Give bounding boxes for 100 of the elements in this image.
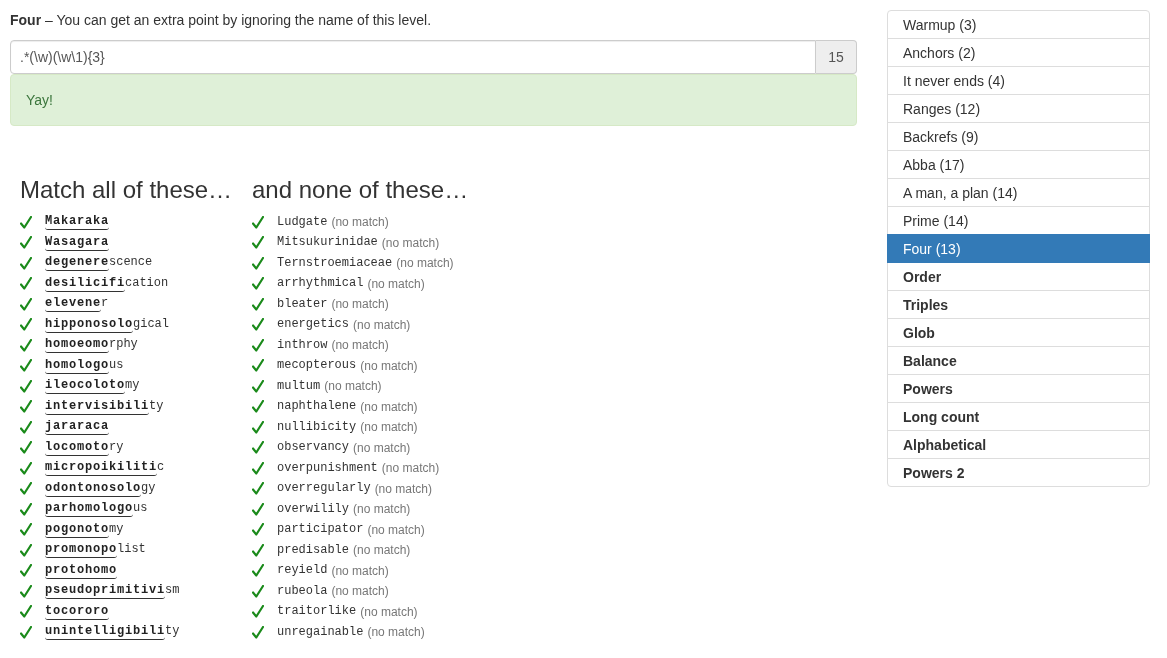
matched-text: homoeomo: [45, 337, 109, 354]
matched-text: elevene: [45, 296, 101, 313]
word-text: c: [157, 460, 165, 476]
no-match-note: (no match): [353, 440, 411, 455]
no-match-note: (no match): [381, 461, 440, 476]
matched-text: desilicifi: [45, 275, 125, 292]
matched-text: tocororo: [45, 603, 109, 620]
no-match-note: (no match): [381, 235, 440, 250]
matched-text: Makaraka: [45, 214, 109, 231]
matched-text: unintelligibili: [45, 624, 166, 641]
word-text: my: [125, 378, 140, 394]
matched-text: pogonoto: [45, 521, 109, 538]
no-match-note: (no match): [367, 276, 425, 291]
word-text: Mitsukurinidae: [277, 235, 378, 251]
word-text: scence: [109, 255, 153, 271]
word-text: ry: [109, 439, 124, 455]
no-match-note: (no match): [360, 358, 418, 373]
level-item[interactable]: Abba (17): [887, 150, 1150, 179]
word-text: overwilily: [277, 501, 349, 517]
matched-text: hipponosolo: [45, 316, 133, 333]
no-match-note: (no match): [353, 502, 411, 517]
level-item[interactable]: Anchors (2): [887, 38, 1150, 67]
level-item[interactable]: A man, a plan (14): [887, 178, 1150, 207]
word-text: Ludgate: [277, 214, 328, 230]
level-description: Four – You can get an extra point by ignoring the name of this level.: [10, 11, 432, 30]
level-item[interactable]: It never ends (4): [887, 66, 1150, 95]
word-text: nullibicity: [277, 419, 357, 435]
matched-text: promonopo: [45, 542, 117, 559]
word-text: ty: [165, 624, 180, 640]
no-match-note: (no match): [360, 420, 418, 435]
no-match-note: (no match): [367, 625, 425, 640]
matched-text: odontonosolo: [45, 480, 141, 497]
no-match-note: (no match): [353, 317, 411, 332]
word-text: gical: [133, 316, 170, 332]
level-item[interactable]: Four (13): [887, 234, 1150, 263]
matched-text: degenere: [45, 255, 109, 272]
word-text: naphthalene: [277, 399, 357, 415]
word-text: bleater: [277, 296, 328, 312]
match-heading: Match all of these…: [20, 176, 233, 203]
no-match-note: (no match): [353, 543, 411, 558]
no-match-note: (no match): [367, 522, 425, 537]
word-text: ty: [149, 398, 164, 414]
level-item[interactable]: Powers: [887, 374, 1150, 403]
word-text: unregainable: [277, 624, 364, 640]
word-text: rubeola: [277, 583, 328, 599]
matched-text: parhomologo: [45, 501, 133, 518]
matched-text: locomoto: [45, 439, 109, 456]
no-match-note: (no match): [324, 379, 382, 394]
word-text: sm: [165, 583, 180, 599]
word-text: rphy: [109, 337, 138, 353]
word-text: us: [133, 501, 148, 517]
no-match-note: (no match): [331, 338, 389, 353]
level-item[interactable]: Powers 2: [887, 458, 1150, 487]
matched-text: homologo: [45, 357, 109, 374]
no-match-note: (no match): [331, 215, 389, 230]
no-match-note: (no match): [331, 584, 389, 599]
level-item[interactable]: Balance: [887, 346, 1150, 375]
matched-text: protohomo: [45, 562, 117, 579]
nonmatch-heading: and none of these…: [252, 176, 469, 203]
word-text: mecopterous: [277, 358, 357, 374]
word-text: overregularly: [277, 481, 371, 497]
no-match-note: (no match): [331, 563, 389, 578]
no-match-note: (no match): [396, 256, 454, 271]
level-item[interactable]: Prime (14): [887, 206, 1150, 235]
word-text: participator: [277, 522, 364, 538]
word-text: Ternstroemiaceae: [277, 255, 393, 271]
regex-length: 15: [816, 40, 857, 74]
no-match-note: (no match): [331, 297, 389, 312]
word-text: inthrow: [277, 337, 328, 353]
no-match-note: (no match): [360, 399, 418, 414]
matched-text: micropoikiliti: [45, 460, 158, 477]
word-text: multum: [277, 378, 321, 394]
word-text: reyield: [277, 563, 328, 579]
level-item[interactable]: Alphabetical: [887, 430, 1150, 459]
word-text: energetics: [277, 317, 349, 333]
level-item[interactable]: Long count: [887, 402, 1150, 431]
word-text: r: [101, 296, 109, 312]
no-match-note: (no match): [374, 481, 432, 496]
word-text: my: [109, 521, 124, 537]
word-text: list: [117, 542, 146, 558]
result-message: Yay!: [26, 92, 53, 108]
matched-text: pseudoprimitivi: [45, 583, 166, 600]
word-text: observancy: [277, 440, 349, 456]
matched-text: intervisibili: [45, 398, 149, 415]
no-match-note: (no match): [360, 604, 418, 619]
matched-text: Wasagara: [45, 234, 109, 251]
level-item[interactable]: Glob: [887, 318, 1150, 347]
word-text: us: [109, 357, 124, 373]
level-item[interactable]: Triples: [887, 290, 1150, 319]
word-text: predisable: [277, 542, 349, 558]
word-text: cation: [125, 275, 169, 291]
regex-input[interactable]: .*(\w)(\w\1){3}: [10, 40, 816, 74]
level-item[interactable]: Ranges (12): [887, 94, 1150, 123]
word-text: overpunishment: [277, 460, 378, 476]
word-text: traitorlike: [277, 604, 357, 620]
matched-text: ileocoloto: [45, 378, 125, 395]
word-text: gy: [141, 480, 156, 496]
word-text: arrhythmical: [277, 276, 364, 292]
level-item[interactable]: Warmup (3): [887, 10, 1150, 39]
level-item[interactable]: Backrefs (9): [887, 122, 1150, 151]
